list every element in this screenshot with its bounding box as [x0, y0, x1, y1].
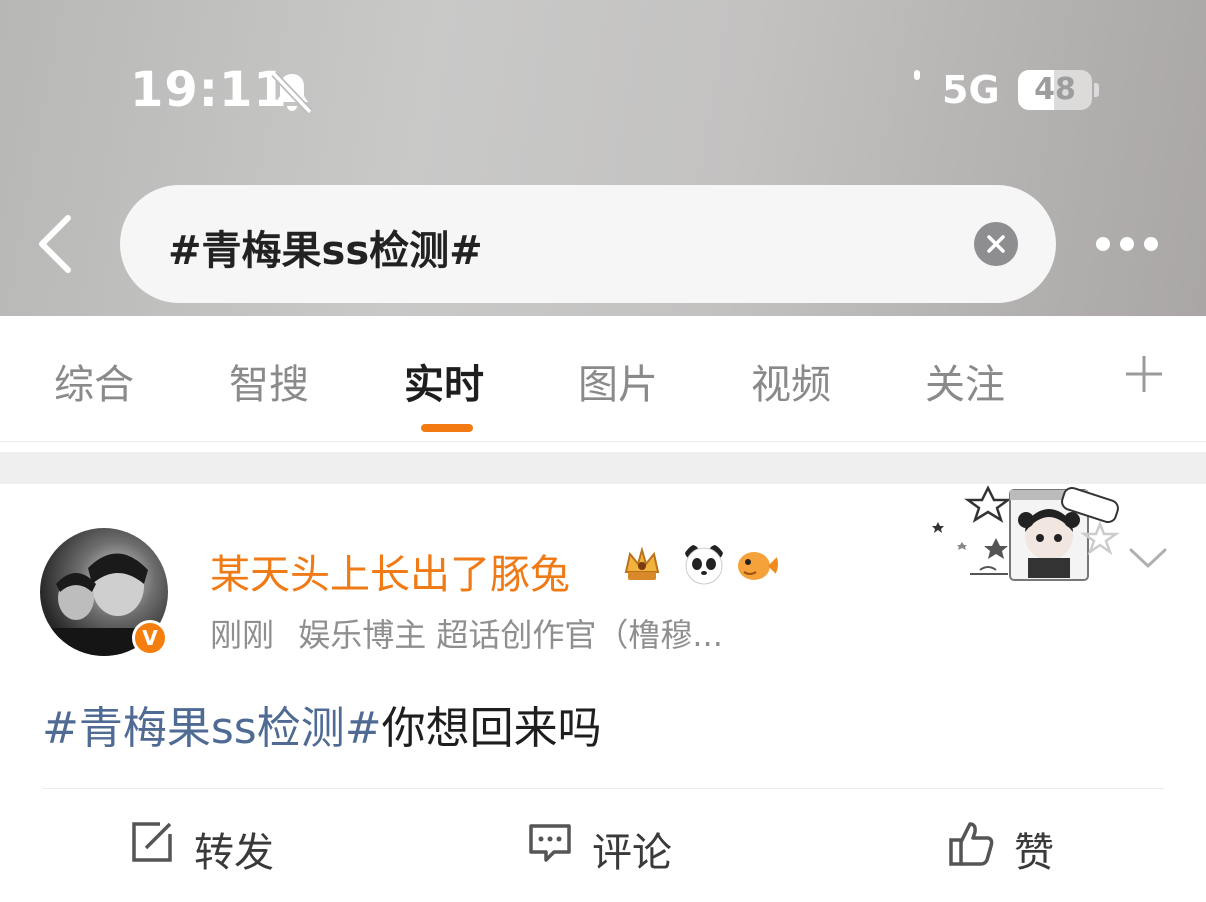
status-time: 19:11 [130, 62, 288, 118]
username[interactable]: 某天头上长出了豚兔 [210, 542, 570, 600]
chevron-left-icon[interactable] [30, 210, 80, 278]
more-icon[interactable] [1096, 234, 1166, 254]
panda-icon [685, 545, 723, 585]
post-body: 你想回来吗 [381, 703, 602, 754]
post-time: 刚刚 [210, 616, 275, 654]
tab-general[interactable]: 综合 [54, 352, 134, 410]
comment-icon [529, 824, 571, 862]
section-gap [0, 452, 1206, 484]
network-label: 5G [942, 68, 1000, 112]
chevron-down-icon[interactable] [1128, 546, 1168, 570]
post-content: #青梅果ss检测#你想回来吗 [42, 692, 602, 756]
verified-badge: V [132, 620, 168, 656]
tab-images[interactable]: 图片 [578, 352, 658, 410]
search-input[interactable]: #青梅果ss检测# [120, 185, 1056, 303]
author-description: 娱乐博主 超话创作官（橹穆... [298, 616, 723, 654]
tab-videos[interactable]: 视频 [751, 352, 831, 410]
battery-level: 48 [1034, 72, 1076, 107]
like-label: 赞 [1014, 830, 1054, 876]
active-tab-indicator [421, 424, 473, 432]
repost-label: 转发 [194, 830, 274, 876]
signal-indicator [914, 70, 920, 80]
thumbs-up-icon [949, 822, 994, 866]
crown-badge-icon [624, 546, 660, 580]
divider [42, 788, 1164, 789]
topic-link[interactable]: #青梅果ss检测# [42, 703, 382, 754]
header: 19:11 5G 48 #青梅果ss检测# [0, 0, 1206, 316]
share-icon [132, 822, 172, 862]
tab-bar: 综合 智搜 实时 图片 视频 关注 [0, 316, 1206, 442]
bell-slash-icon [271, 71, 313, 115]
fish-icon [738, 552, 778, 580]
tab-smart-search[interactable]: 智搜 [229, 352, 309, 410]
tab-realtime[interactable]: 实时 [404, 352, 484, 410]
battery-indicator: 48 [1018, 70, 1092, 110]
search-query: #青梅果ss检测# [168, 228, 483, 274]
plus-icon[interactable] [1124, 354, 1164, 394]
comment-label: 评论 [592, 830, 672, 876]
level-up-sticker [932, 485, 1120, 581]
post-card[interactable]: V 某天头上长出了豚兔 刚刚 娱乐博主 超话创作官（橹穆... #青梅果ss检测… [0, 484, 1206, 902]
tab-following[interactable]: 关注 [925, 352, 1005, 410]
close-circle-icon[interactable] [974, 222, 1018, 266]
post-meta: 刚刚 娱乐博主 超话创作官（橹穆... [210, 610, 737, 656]
battery-cap [1094, 83, 1099, 97]
